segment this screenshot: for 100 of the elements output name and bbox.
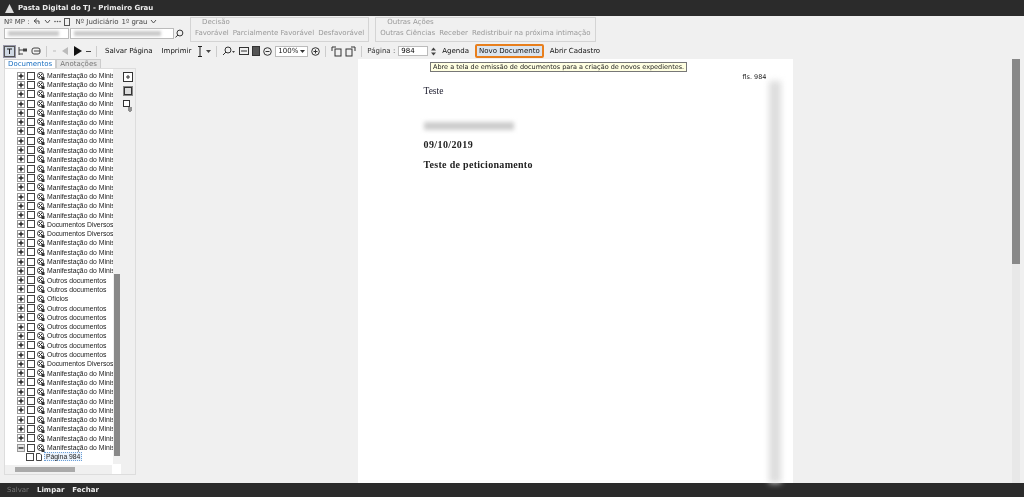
chevron-down-icon[interactable]	[150, 19, 158, 24]
checkbox[interactable]	[27, 108, 35, 117]
expander-icon[interactable]	[17, 99, 25, 108]
dash-icon[interactable]	[86, 49, 91, 53]
scrollbar[interactable]	[5, 465, 112, 474]
checkbox[interactable]	[27, 201, 35, 210]
dropdown-arrow-icon[interactable]	[206, 49, 212, 53]
page-view-icon[interactable]	[123, 86, 133, 96]
checkbox[interactable]	[27, 192, 35, 201]
checkbox[interactable]	[27, 99, 35, 108]
document-icon[interactable]	[63, 17, 70, 26]
expander-icon[interactable]	[17, 90, 25, 99]
expander-icon[interactable]	[17, 285, 25, 294]
expander-icon[interactable]	[17, 118, 25, 127]
expander-icon[interactable]	[17, 239, 25, 247]
zoom-icon[interactable]	[222, 46, 237, 56]
expander-icon[interactable]	[17, 229, 25, 238]
play-icon[interactable]	[73, 46, 83, 56]
checkbox[interactable]	[26, 452, 34, 461]
checkbox[interactable]	[27, 304, 35, 313]
checkbox[interactable]	[27, 220, 35, 229]
checkbox[interactable]	[27, 359, 35, 368]
expander-icon[interactable]	[17, 294, 25, 303]
expander-icon[interactable]	[17, 192, 25, 201]
checkbox[interactable]	[27, 239, 35, 247]
checkbox[interactable]	[27, 136, 35, 145]
expander-icon[interactable]	[17, 201, 25, 210]
checkbox[interactable]	[27, 387, 35, 396]
checkbox[interactable]	[27, 183, 35, 192]
checkbox[interactable]	[27, 164, 35, 173]
expander-icon[interactable]	[17, 248, 25, 257]
chevron-down-icon[interactable]	[43, 19, 51, 24]
expander-icon[interactable]	[17, 369, 25, 378]
scrollbar[interactable]	[1012, 59, 1020, 483]
checkbox[interactable]	[27, 443, 35, 452]
checkbox[interactable]	[27, 369, 35, 378]
ellipsis-icon[interactable]	[53, 20, 61, 23]
expander-icon[interactable]	[17, 350, 25, 359]
scrollbar[interactable]	[113, 69, 121, 464]
checkbox[interactable]	[27, 229, 35, 238]
checkbox[interactable]	[27, 397, 35, 406]
expander-icon[interactable]	[17, 434, 25, 443]
zoom-in-icon[interactable]	[311, 46, 321, 56]
checkbox[interactable]	[27, 118, 35, 127]
checkbox[interactable]	[27, 248, 35, 257]
text-cursor-icon[interactable]	[197, 45, 204, 57]
checkbox[interactable]	[27, 285, 35, 294]
checkbox[interactable]	[27, 331, 35, 340]
judicial-number-field[interactable]	[69, 28, 175, 39]
expander-icon[interactable]	[17, 80, 25, 89]
checkbox[interactable]	[27, 266, 35, 275]
spinner-icon[interactable]	[431, 46, 437, 56]
checkbox[interactable]	[27, 71, 35, 80]
expander-icon[interactable]	[17, 155, 25, 164]
expander-icon[interactable]	[17, 304, 25, 313]
fit-page-icon[interactable]	[252, 46, 261, 56]
checkbox[interactable]	[27, 294, 35, 303]
rotate-right-icon[interactable]	[345, 45, 357, 57]
checkbox[interactable]	[27, 406, 35, 415]
page-settings-icon[interactable]	[123, 100, 133, 112]
expander-icon[interactable]	[17, 443, 25, 452]
checkbox[interactable]	[27, 80, 35, 89]
fit-width-icon[interactable]	[239, 46, 250, 56]
tree-icon[interactable]	[18, 46, 28, 56]
expander-icon[interactable]	[17, 183, 25, 192]
mp-number-field[interactable]	[4, 28, 69, 39]
expander-icon[interactable]	[17, 397, 25, 406]
rotate-left-icon[interactable]	[331, 45, 343, 57]
expander-icon[interactable]	[17, 71, 25, 80]
expander-icon[interactable]	[17, 211, 25, 220]
checkbox[interactable]	[27, 341, 35, 350]
checkbox[interactable]	[27, 155, 35, 164]
checkbox[interactable]	[27, 90, 35, 99]
undo-icon[interactable]	[32, 18, 41, 25]
expander-icon[interactable]	[17, 378, 25, 387]
expander-icon[interactable]	[17, 387, 25, 396]
dropdown-arrow-icon[interactable]	[300, 49, 306, 53]
expander-icon[interactable]	[17, 322, 25, 331]
expander-icon[interactable]	[17, 164, 25, 173]
checkbox[interactable]	[27, 415, 35, 424]
checkbox[interactable]	[27, 146, 35, 154]
expander-icon[interactable]	[17, 266, 25, 275]
expander-icon[interactable]	[17, 173, 25, 182]
search-icon[interactable]	[175, 29, 184, 38]
text-cursor-icon[interactable]	[4, 45, 15, 57]
list-icon[interactable]	[31, 46, 41, 56]
checkbox[interactable]	[27, 434, 35, 443]
expander-icon[interactable]	[17, 359, 25, 368]
checkbox[interactable]	[27, 211, 35, 220]
add-page-icon[interactable]	[123, 72, 133, 82]
expander-icon[interactable]	[17, 108, 25, 117]
checkbox[interactable]	[27, 424, 35, 433]
expander-icon[interactable]	[17, 276, 25, 285]
expander-icon[interactable]	[17, 341, 25, 350]
expander-icon[interactable]	[17, 127, 25, 136]
expander-icon[interactable]	[17, 313, 25, 322]
zoom-out-icon[interactable]	[263, 46, 273, 56]
checkbox[interactable]	[27, 322, 35, 331]
checkbox[interactable]	[27, 276, 35, 285]
expander-icon[interactable]	[17, 146, 25, 154]
